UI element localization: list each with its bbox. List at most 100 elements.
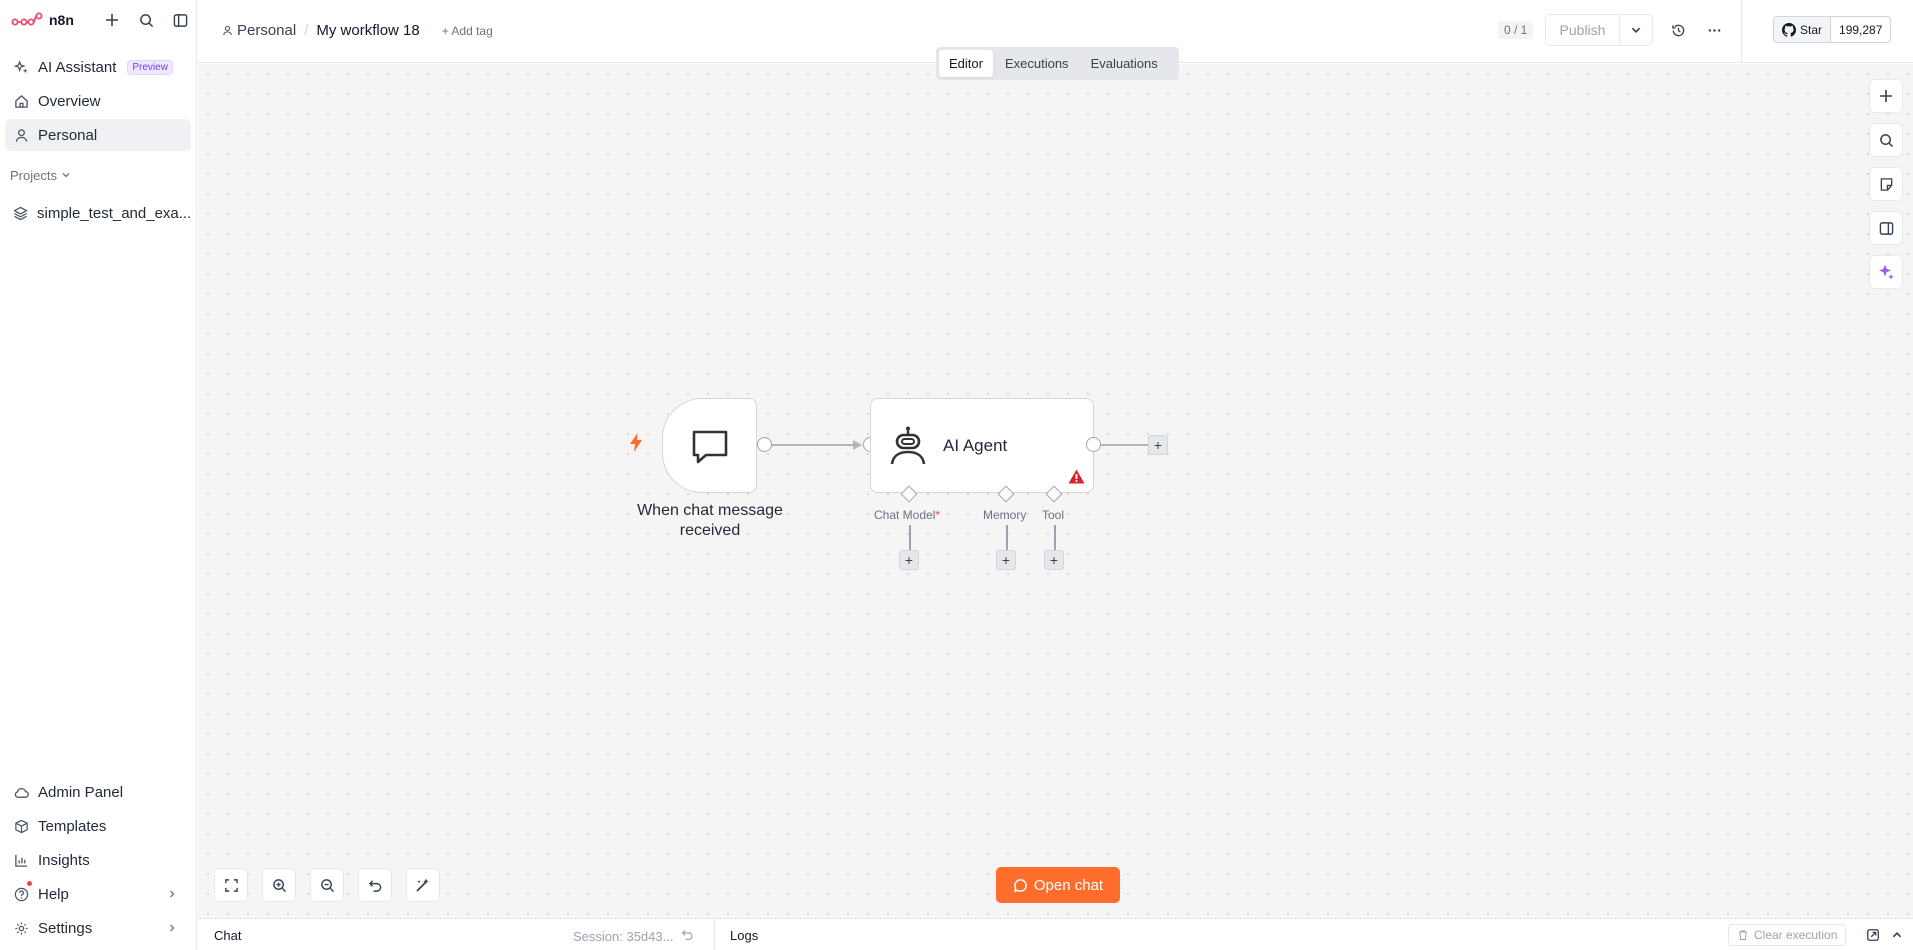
sidebar-item-overview[interactable]: Overview [5,85,191,117]
github-star-widget: Star 199,287 [1773,16,1892,43]
chat-bubble-icon [692,430,727,463]
open-chat-button[interactable]: Open chat [996,867,1120,903]
zoom-in-button[interactable] [262,868,296,902]
view-tabs: Editor Executions Evaluations [936,47,1179,80]
wand-icon [416,878,429,892]
ai-agent-node[interactable]: AI Agent [870,398,1094,493]
robot-icon [890,426,926,464]
trash-icon [1738,930,1748,941]
sidebar-item-help[interactable]: Help [5,878,191,910]
chat-model-connector [909,525,911,550]
tab-executions[interactable]: Executions [995,50,1079,77]
clear-execution-label: Clear execution [1754,928,1838,942]
tab-editor[interactable]: Editor [939,50,993,77]
clear-execution-button[interactable]: Clear execution [1728,924,1847,946]
warning-icon[interactable] [1068,469,1085,489]
sticky-note-icon [1880,177,1892,191]
help-circle-icon [13,886,29,902]
publish-button[interactable]: Publish [1546,15,1620,45]
zoom-in-icon [272,878,286,892]
add-next-node-button[interactable]: + [1148,435,1168,455]
bottom-panel-bar: Chat Session: 35d43... Logs Clear execut… [198,918,1913,950]
cloud-icon [13,784,29,800]
reset-session-icon[interactable] [681,928,694,944]
notification-dot [27,881,32,886]
add-icon[interactable] [103,11,121,29]
tidy-up-button[interactable] [406,868,440,902]
box-icon [13,818,29,834]
tab-evaluations[interactable]: Evaluations [1081,50,1168,77]
zoom-out-button[interactable] [310,868,344,902]
sidebar-header: n8n [0,0,197,42]
memory-label: Memory [983,508,1027,522]
zoom-out-icon [320,878,334,892]
github-star-button[interactable]: Star [1774,17,1832,42]
workflow-canvas[interactable]: When chat message received AI Agent + Ch… [198,64,1913,918]
sidebar-item-label: Settings [38,919,93,937]
breadcrumb: Personal / My workflow 18 + Add tag [222,22,493,39]
add-node-button[interactable] [1869,79,1903,113]
add-tag-button[interactable]: + Add tag [442,24,493,38]
trigger-node-caption: When chat message received [618,501,802,541]
trigger-output-port[interactable] [757,437,772,452]
panel-right-icon [1879,221,1893,235]
sidebar-item-templates[interactable]: Templates [5,810,191,842]
projects-section-toggle[interactable]: Projects [10,168,71,183]
search-icon [1879,133,1893,147]
sidebar-item-insights[interactable]: Insights [5,844,191,876]
chat-model-text: Chat Model [874,508,936,522]
agent-output-port[interactable] [1086,437,1101,452]
pop-out-icon[interactable] [1865,927,1881,943]
logs-panel-tab[interactable]: Logs [730,928,758,943]
chat-model-label: Chat Model* [874,508,940,522]
ai-agent-label: AI Agent [943,435,1008,455]
history-icon[interactable] [1669,21,1687,39]
chevron-right-icon [167,887,177,902]
undo-icon [368,879,381,892]
sidebar-item-ai-assistant[interactable]: AI Assistant Preview [5,51,191,83]
more-options-icon[interactable] [1705,21,1723,39]
sidebar-item-label: Admin Panel [38,783,124,801]
sidebar-item-admin-panel[interactable]: Admin Panel [5,776,191,808]
workflow-title[interactable]: My workflow 18 [316,22,419,39]
n8n-logo-icon [11,12,43,26]
tool-label: Tool [1042,508,1065,522]
caption-line: When chat message [637,502,783,519]
sidebar-item-personal[interactable]: Personal [5,119,191,151]
canvas-search-button[interactable] [1869,123,1903,157]
sidebar-item-label: simple_test_and_exa... [37,204,192,222]
required-marker: * [935,508,941,522]
ai-assistant-button[interactable] [1869,255,1903,289]
fit-view-button[interactable] [214,868,248,902]
add-memory-button[interactable]: + [996,550,1016,570]
sparkle-icon [1879,264,1894,280]
github-star-label: Star [1800,22,1823,37]
add-chat-model-button[interactable]: + [899,550,919,570]
sidebar-item-settings[interactable]: Settings [5,912,191,944]
undo-button[interactable] [358,868,392,902]
chevron-right-icon [167,921,177,936]
user-icon [13,127,29,143]
chevron-down-icon [1631,27,1641,33]
bottom-divider [714,919,715,950]
chat-icon [1014,878,1027,892]
chevron-up-icon[interactable] [1889,927,1905,943]
toggle-panel-button[interactable] [1869,211,1903,245]
sidebar-item-project[interactable]: simple_test_and_exa... [5,197,191,229]
add-tool-button[interactable]: + [1044,550,1064,570]
publish-dropdown-button[interactable] [1620,15,1652,45]
user-icon [223,25,232,36]
sticky-note-button[interactable] [1869,167,1903,201]
breadcrumb-separator: / [304,22,309,39]
chat-trigger-node[interactable] [662,398,757,493]
collapse-sidebar-icon[interactable] [171,11,189,29]
github-star-count[interactable]: 199,287 [1831,17,1890,42]
sidebar: n8n AI Assistant Preview Overview Person… [0,0,197,950]
chat-panel-tab[interactable]: Chat [214,928,241,943]
breadcrumb-project[interactable]: Personal [222,22,296,39]
search-icon[interactable] [137,11,155,29]
open-chat-label: Open chat [1033,876,1104,894]
app-logo[interactable]: n8n [11,12,74,28]
memory-connector [1006,525,1008,550]
sidebar-item-label: Overview [38,92,101,110]
